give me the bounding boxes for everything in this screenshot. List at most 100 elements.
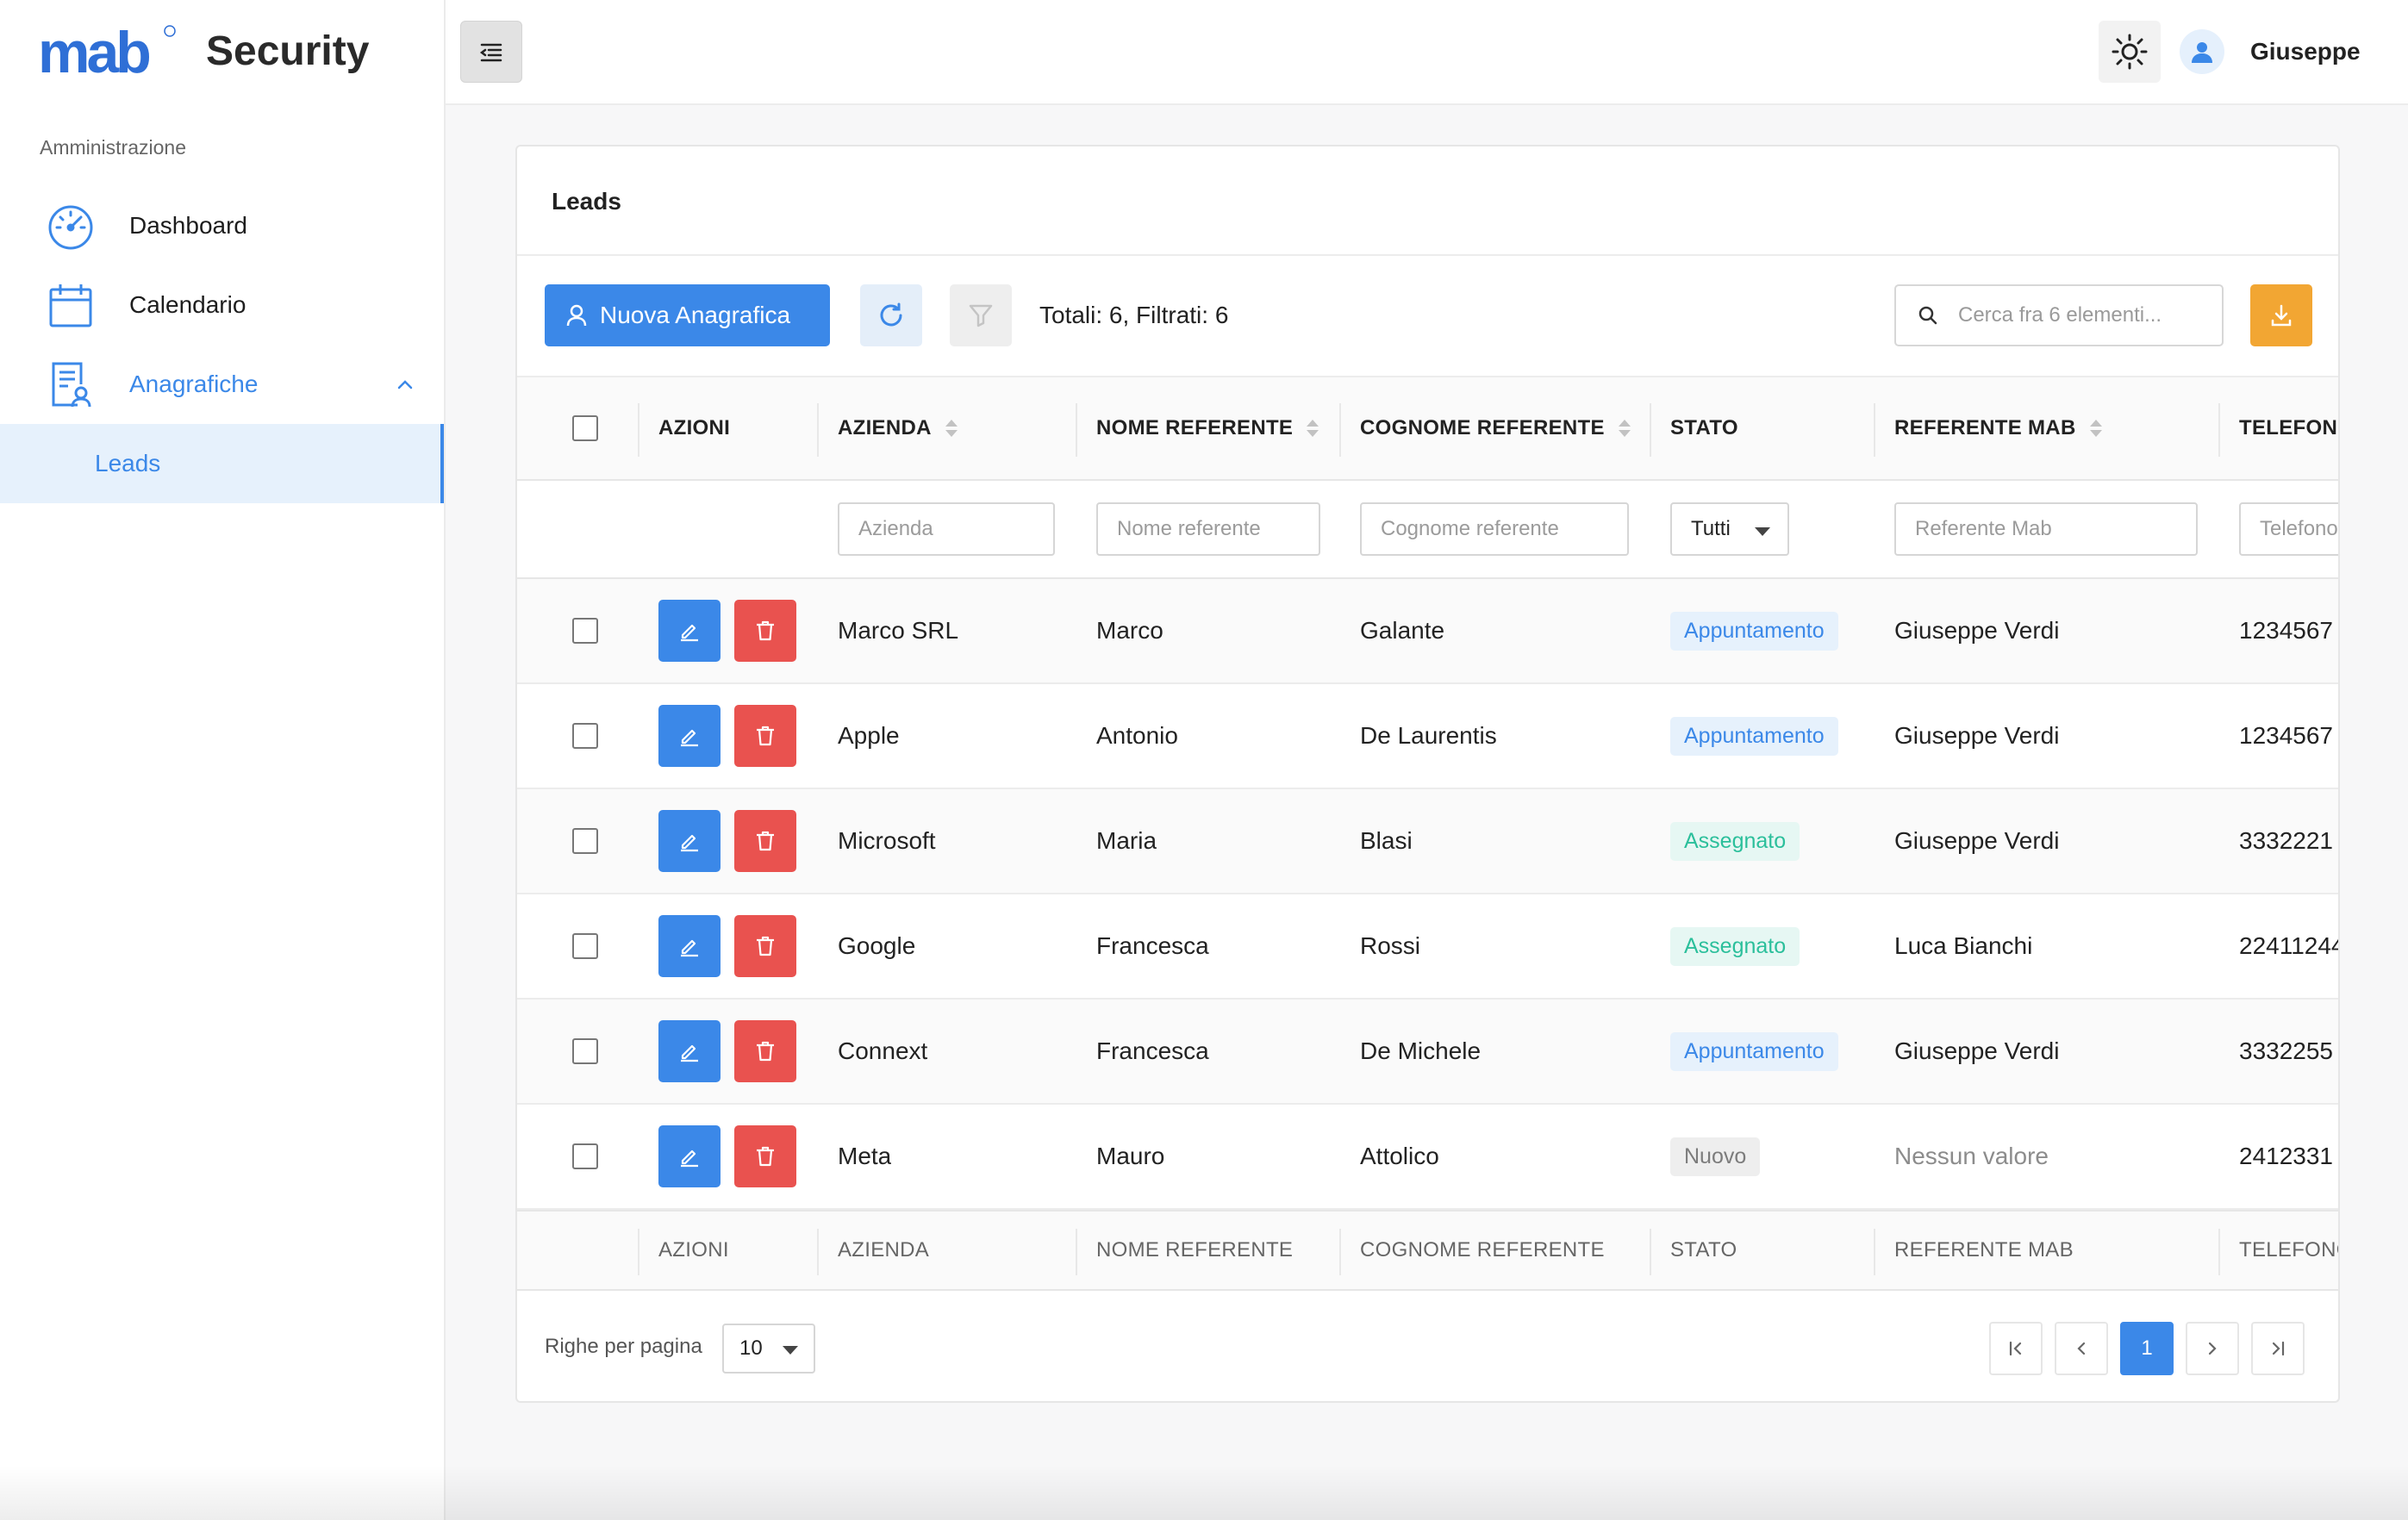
refresh-icon [880,302,902,327]
totals-text: Totali: 6, Filtrati: 6 [1039,302,1229,328]
pencil-icon [681,939,698,957]
column-header-azioni: AZIONI [658,416,731,439]
column-header-stato: STATO [1670,416,1738,439]
rows-per-page-select[interactable]: 10 [722,1324,815,1374]
cell-nome-referente: Marco [1096,617,1163,644]
row-checkbox[interactable] [572,618,598,644]
cell-telefono: 3332221 [2239,827,2334,854]
new-anagrafica-button[interactable]: Nuova Anagrafica [545,284,830,346]
filter-nome-input[interactable] [1096,502,1320,556]
caret-down-icon [1755,527,1770,536]
edit-button[interactable] [658,810,721,872]
sort-icon [945,420,958,437]
search-box[interactable] [1894,284,2224,346]
delete-button[interactable] [734,600,796,662]
row-checkbox[interactable] [572,1038,598,1064]
cell-referente-mab: Nessun valore [1894,1143,2049,1169]
cell-telefono: 2412331 [2239,1143,2334,1169]
footer-referente-mab: REFERENTE MAB [1894,1238,2074,1261]
last-page-button[interactable] [2251,1322,2305,1375]
first-page-button[interactable] [1989,1322,2043,1375]
edit-button[interactable] [658,600,721,662]
sidebar-subitem-label: Leads [95,450,161,477]
row-checkbox[interactable] [572,933,598,959]
calendar-icon [49,284,92,327]
cell-referente-mab: Giuseppe Verdi [1894,827,2060,854]
export-button[interactable] [2250,284,2312,346]
pencil-icon [681,1149,698,1168]
cell-cognome-referente: Attolico [1360,1143,1439,1169]
pencil-icon [681,624,698,642]
refresh-button[interactable] [860,284,922,346]
prev-page-button[interactable] [2055,1322,2108,1375]
row-checkbox[interactable] [572,723,598,749]
cell-nome-referente: Maria [1096,827,1157,854]
trash-icon [757,831,774,851]
search-icon [1918,306,1937,325]
table-row: Connext Francesca De Michele Appuntament… [517,1000,2338,1105]
user-name[interactable]: Giuseppe [2250,38,2361,65]
status-badge: Appuntamento [1670,716,1838,756]
clear-filter-button[interactable] [950,284,1012,346]
theme-toggle-button[interactable] [2099,21,2161,83]
delete-button[interactable] [734,1125,796,1187]
cell-telefono: 22411244 [2239,932,2340,959]
sidebar-item-calendario[interactable]: Calendario [0,265,444,345]
column-header-referente-mab[interactable]: REFERENTE MAB [1894,377,2102,479]
table-header: AZIONI AZIENDA NOME REFERENTE COGNOME RE… [517,376,2338,481]
column-header-azienda[interactable]: AZIENDA [838,377,958,479]
filter-referente-input[interactable] [1894,502,2198,556]
pencil-icon [681,729,698,747]
mab-logo: mab [38,22,176,83]
delete-button[interactable] [734,915,796,977]
next-page-button[interactable] [2186,1322,2239,1375]
sidebar-item-label: Calendario [129,291,246,318]
row-checkbox[interactable] [572,1143,598,1169]
delete-button[interactable] [734,1020,796,1082]
status-badge: Assegnato [1670,821,1800,861]
speedometer-icon [48,205,93,250]
filter-telefono-input[interactable] [2239,502,2338,556]
filter-stato-select[interactable]: Tutti [1670,502,1789,556]
row-checkbox[interactable] [572,828,598,854]
cell-telefono: 1234567 [2239,722,2334,749]
sidebar-item-dashboard[interactable]: Dashboard [0,186,444,265]
footer-azioni: AZIONI [658,1238,729,1261]
sidebar-toggle-button[interactable] [460,21,522,83]
delete-button[interactable] [734,810,796,872]
edit-button[interactable] [658,705,721,767]
edit-button[interactable] [658,1125,721,1187]
column-header-cognome-referente[interactable]: COGNOME REFERENTE [1360,377,1631,479]
app-title: Security [206,28,370,74]
select-all-checkbox[interactable] [572,415,598,441]
download-icon [2271,304,2292,327]
column-header-nome-referente[interactable]: NOME REFERENTE [1096,377,1319,479]
sort-icon [1618,420,1631,437]
cell-cognome-referente: Galante [1360,617,1445,644]
sidebar-subitem-leads[interactable]: Leads [0,424,444,503]
caret-down-icon [783,1346,798,1355]
trash-icon [757,936,774,956]
sidebar-collapse-icon [479,43,502,62]
table-footer: AZIONI AZIENDA NOME REFERENTE COGNOME RE… [517,1210,2338,1291]
divider [517,254,2338,256]
footer-stato: STATO [1670,1238,1737,1261]
avatar[interactable] [2180,29,2224,74]
footer-telefono: TELEFONO [2239,1238,2338,1261]
sidebar-item-anagrafiche[interactable]: Anagrafiche [0,345,444,424]
pencil-icon [681,1044,698,1062]
filter-azienda-input[interactable] [838,502,1055,556]
filter-cognome-input[interactable] [1360,502,1629,556]
filter-icon [969,304,993,327]
brand: mab Security [38,22,369,83]
page-button-current[interactable]: 1 [2120,1322,2174,1375]
column-header-telefono[interactable]: TELEFONO [2239,377,2338,479]
delete-button[interactable] [734,705,796,767]
footer-cognome-referente: COGNOME REFERENTE [1360,1238,1605,1261]
cell-referente-mab: Luca Bianchi [1894,932,2033,959]
edit-button[interactable] [658,915,721,977]
table-row: Apple Antonio De Laurentis Appuntamento … [517,684,2338,789]
search-input[interactable] [1958,303,2182,327]
pencil-icon [681,834,698,852]
edit-button[interactable] [658,1020,721,1082]
